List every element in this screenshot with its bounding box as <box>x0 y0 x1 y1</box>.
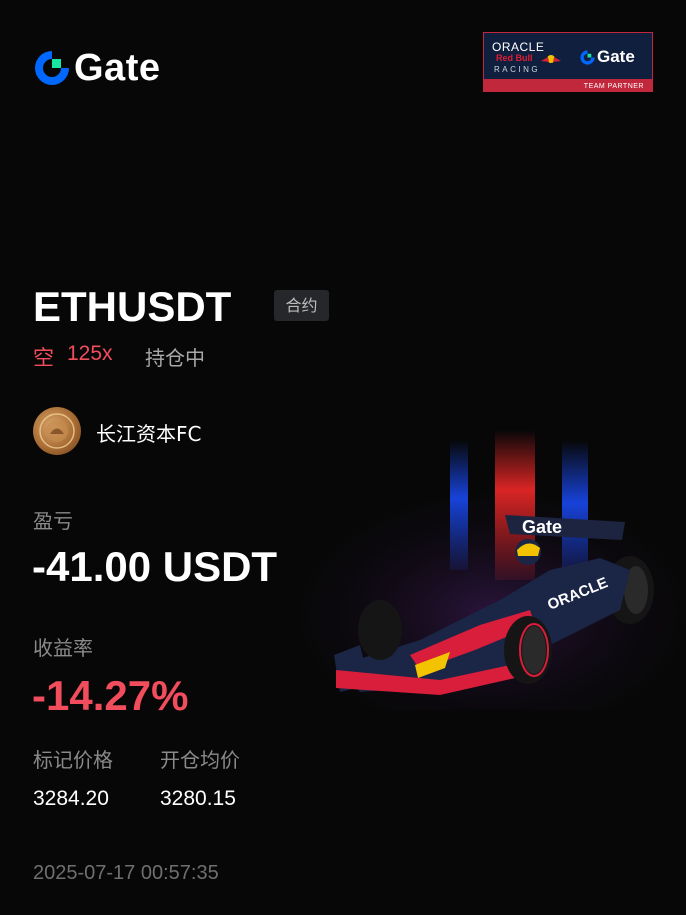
f1-car-illustration: Gate ORACLE <box>300 430 686 710</box>
partner-strip-text: TEAM PARTNER <box>583 83 644 90</box>
bull-icon <box>541 55 561 63</box>
trading-pair: ETHUSDT <box>33 283 232 330</box>
position-status: 持仓中 <box>145 346 205 370</box>
gate-logo-small-icon <box>580 49 595 65</box>
car-wing-text: Gate <box>522 517 562 537</box>
partner-racing-text: RACING <box>494 65 541 74</box>
mark-price-label: 标记价格 <box>33 748 113 772</box>
partner-gate-text: Gate <box>597 47 635 66</box>
contract-type-tag: 合约 <box>274 290 329 321</box>
avatar-coin-icon <box>39 413 75 449</box>
user-nickname: 长江资本FC <box>96 422 202 446</box>
race-car-image: Gate ORACLE <box>300 430 686 710</box>
pnl-value: -41.00 USDT <box>32 543 278 590</box>
timestamp: 2025-07-17 00:57:35 <box>33 862 219 884</box>
gate-logo-icon <box>35 51 69 85</box>
roi-label: 收益率 <box>33 636 93 660</box>
brand-name: Gate <box>74 46 161 89</box>
partner-redbull-text: Red Bull <box>496 53 533 63</box>
roi-value: -14.27% <box>32 672 189 719</box>
position-direction: 空 <box>33 346 54 370</box>
avatar <box>33 407 81 455</box>
partner-gate-logo: Gate <box>580 47 635 67</box>
partner-oracle-text: ORACLE <box>492 40 545 54</box>
mark-price-value: 3284.20 <box>33 787 109 810</box>
entry-price-value: 3280.15 <box>160 787 236 810</box>
team-partner-badge: ORACLE Red Bull RACING Gate TEAM PARTNER <box>483 32 653 92</box>
entry-price-label: 开仓均价 <box>160 748 240 772</box>
pnl-label: 盈亏 <box>33 509 73 533</box>
gate-logo: Gate <box>34 47 160 89</box>
leverage-value: 125x <box>67 342 113 365</box>
